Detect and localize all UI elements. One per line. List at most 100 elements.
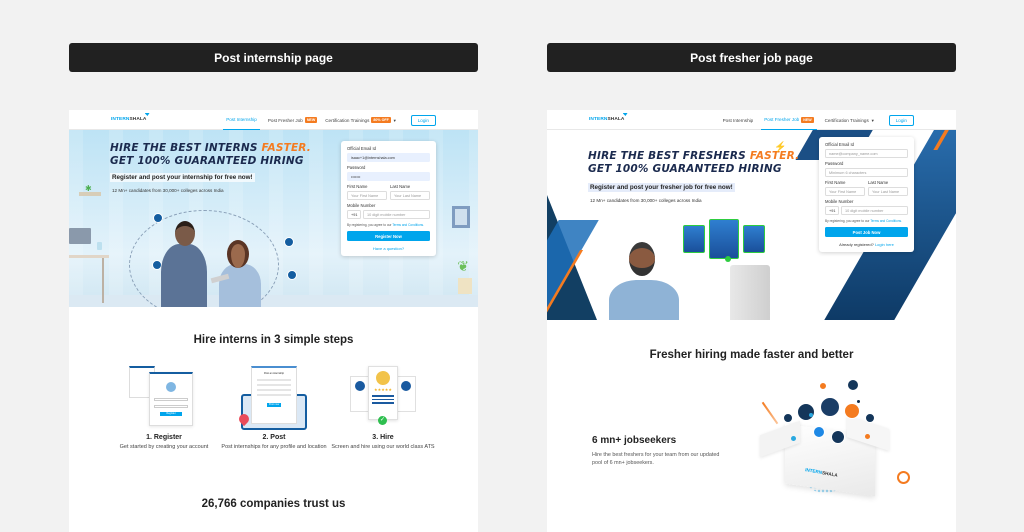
- first-name-input[interactable]: Your First Name: [347, 191, 387, 200]
- pot-icon: [458, 278, 472, 294]
- step-post: Post an internship Post now 2. Post Post…: [219, 366, 329, 451]
- email-input[interactable]: name@company_name.com: [825, 149, 908, 158]
- plant-icon: ✱: [85, 184, 92, 193]
- wall-frame: [452, 206, 470, 228]
- new-badge: NEW: [304, 117, 318, 123]
- top-nav: INTERNSHALA Post Internship Post Fresher…: [547, 110, 956, 130]
- jobseeker-avatar: [844, 403, 860, 419]
- password-input[interactable]: Minimum 6 characters: [825, 168, 908, 177]
- hire-illustration: ★★★★★ ✓: [348, 366, 418, 426]
- check-icon: ✓: [378, 416, 387, 425]
- hero-subtitle: Register and post your internship for fr…: [110, 173, 255, 182]
- banner-post-internship-page: Post internship page: [69, 43, 478, 72]
- last-name-input[interactable]: Your Last Name: [390, 191, 430, 200]
- step-register: Register 1. Register Get started by crea…: [109, 366, 219, 451]
- register-illustration: Register: [129, 366, 199, 426]
- mobile-input[interactable]: 10 digit mobile number: [841, 206, 908, 215]
- logo-bird-icon: [144, 113, 150, 116]
- hero-title: HIRE THE BEST INTERNS FASTER. GET 100% G…: [110, 142, 311, 167]
- jobseeker-avatar: [831, 430, 845, 444]
- hero-meta: 12 Mn+ candidates from 30,000+ colleges …: [590, 198, 702, 203]
- jobseeker-avatar: [847, 379, 859, 391]
- floor: [69, 295, 478, 307]
- jobseeker-avatar: [819, 382, 827, 390]
- decor-ring: [897, 471, 910, 484]
- person-woman: [219, 264, 261, 307]
- step-hire: ★★★★★ ✓ 3. Hire Screen and hire using ou…: [328, 366, 438, 451]
- last-name-input[interactable]: Your Last Name: [868, 187, 908, 196]
- login-button[interactable]: Login: [888, 114, 914, 126]
- login-button[interactable]: Login: [410, 114, 436, 126]
- presentation-icon: [153, 213, 163, 223]
- terms-text: By registering, you agree to our Terms a…: [825, 219, 903, 223]
- register-now-button[interactable]: Register Now: [347, 231, 430, 241]
- terms-text: By registering, you agree to our Terms a…: [347, 223, 425, 227]
- trust-title: 26,766 companies trust us: [201, 498, 346, 510]
- nav-post-internship[interactable]: Post Internship: [723, 110, 754, 130]
- rating-stars-icon: ★★★★★: [374, 387, 392, 392]
- country-code-input[interactable]: +91: [825, 206, 839, 215]
- avatar-icon: [166, 382, 176, 392]
- jobseekers-description: Hire the best freshers for your team fro…: [592, 452, 720, 466]
- caret-down-icon: ▼: [870, 117, 875, 123]
- post-illustration: Post an internship Post now: [236, 366, 309, 430]
- lightning-icon: ⚡: [774, 142, 787, 153]
- top-nav: INTERNSHALA Post Internship Post Fresher…: [69, 110, 478, 130]
- terms-link[interactable]: Terms and Conditions.: [392, 223, 424, 227]
- hero-subtitle: Register and post your fresher job for f…: [588, 183, 735, 192]
- first-name-input[interactable]: Your First Name: [825, 187, 865, 196]
- candidate-icon: [355, 381, 365, 391]
- decor-dot: [857, 400, 860, 403]
- jobseeker-avatar: [820, 397, 840, 417]
- login-here-link[interactable]: Login here: [875, 242, 894, 247]
- hero-title: HIRE THE BEST FRESHERS FASTER. GET 100% …: [588, 150, 800, 175]
- person-man: [161, 244, 207, 307]
- email-input[interactable]: isaac+1@internshala.com: [347, 153, 430, 162]
- candidate-icon: [401, 381, 411, 391]
- post-job-form: Official Email Id name@company_name.com …: [819, 137, 914, 252]
- decor-dot: [809, 413, 813, 417]
- man-head: [629, 242, 655, 276]
- person-man: [609, 280, 679, 320]
- logo-bird-icon: [622, 113, 628, 116]
- section-title: Fresher hiring made faster and better: [649, 349, 854, 361]
- check-icon: [725, 256, 731, 262]
- woman-head: [227, 240, 249, 268]
- plant-icon-right: ❦: [457, 258, 469, 274]
- password-input[interactable]: •••••••: [347, 172, 430, 181]
- post-job-now-button[interactable]: Post Job Now: [825, 227, 908, 237]
- nav-post-fresher-job[interactable]: Post Fresher Job NEW: [268, 110, 318, 130]
- jobseeker-avatar: [813, 426, 825, 438]
- selected-candidate-avatar: [376, 371, 390, 385]
- hero-section: HIRE THE BEST FRESHERS FASTER. GET 100% …: [547, 130, 956, 320]
- have-a-question-link[interactable]: Have a question?: [373, 246, 404, 251]
- decor-dot: [865, 434, 870, 439]
- candidate-card: [743, 225, 765, 253]
- man-head: [175, 221, 195, 246]
- nav-certification-trainings[interactable]: Certification Trainings ▼: [825, 110, 875, 130]
- nav-post-fresher-job[interactable]: Post Fresher Job NEW: [761, 110, 817, 130]
- decor-streak: [761, 401, 779, 425]
- hero-section: ✱ ❦ HIRE THE BEST INTERNS FASTER. GET 10…: [69, 130, 478, 307]
- banner-post-fresher-job-page: Post fresher job page: [547, 43, 956, 72]
- country-code-input[interactable]: +91: [347, 210, 361, 219]
- mobile-input[interactable]: 10 digit mobile number: [363, 210, 430, 219]
- document-icon: [287, 270, 297, 280]
- jobseeker-avatar: [797, 403, 815, 421]
- new-badge: NEW: [801, 116, 814, 123]
- mug-icon: [97, 242, 102, 250]
- decor-dot: [791, 436, 796, 441]
- internshala-logo[interactable]: INTERNSHALA: [111, 113, 150, 122]
- jobseeker-avatar: [783, 413, 793, 423]
- internshala-logo[interactable]: INTERNSHALA: [589, 113, 628, 122]
- jobseeker-avatar: [865, 413, 875, 423]
- desk-leg: [102, 258, 104, 303]
- register-form: Official Email Id isaac+1@internshala.co…: [341, 141, 436, 256]
- certificate-icon: [284, 237, 294, 247]
- terms-link[interactable]: Terms and Conditions.: [870, 219, 902, 223]
- jobseekers-title: 6 mn+ jobseekers: [592, 435, 677, 446]
- nav-post-internship[interactable]: Post Internship: [223, 110, 260, 130]
- hero-meta: 12 Mn+ candidates from 30,000+ colleges …: [112, 188, 224, 193]
- nav-certification-trainings[interactable]: Certification Trainings 80% OFF ▼: [325, 110, 397, 130]
- computer-monitor-icon: [730, 265, 770, 320]
